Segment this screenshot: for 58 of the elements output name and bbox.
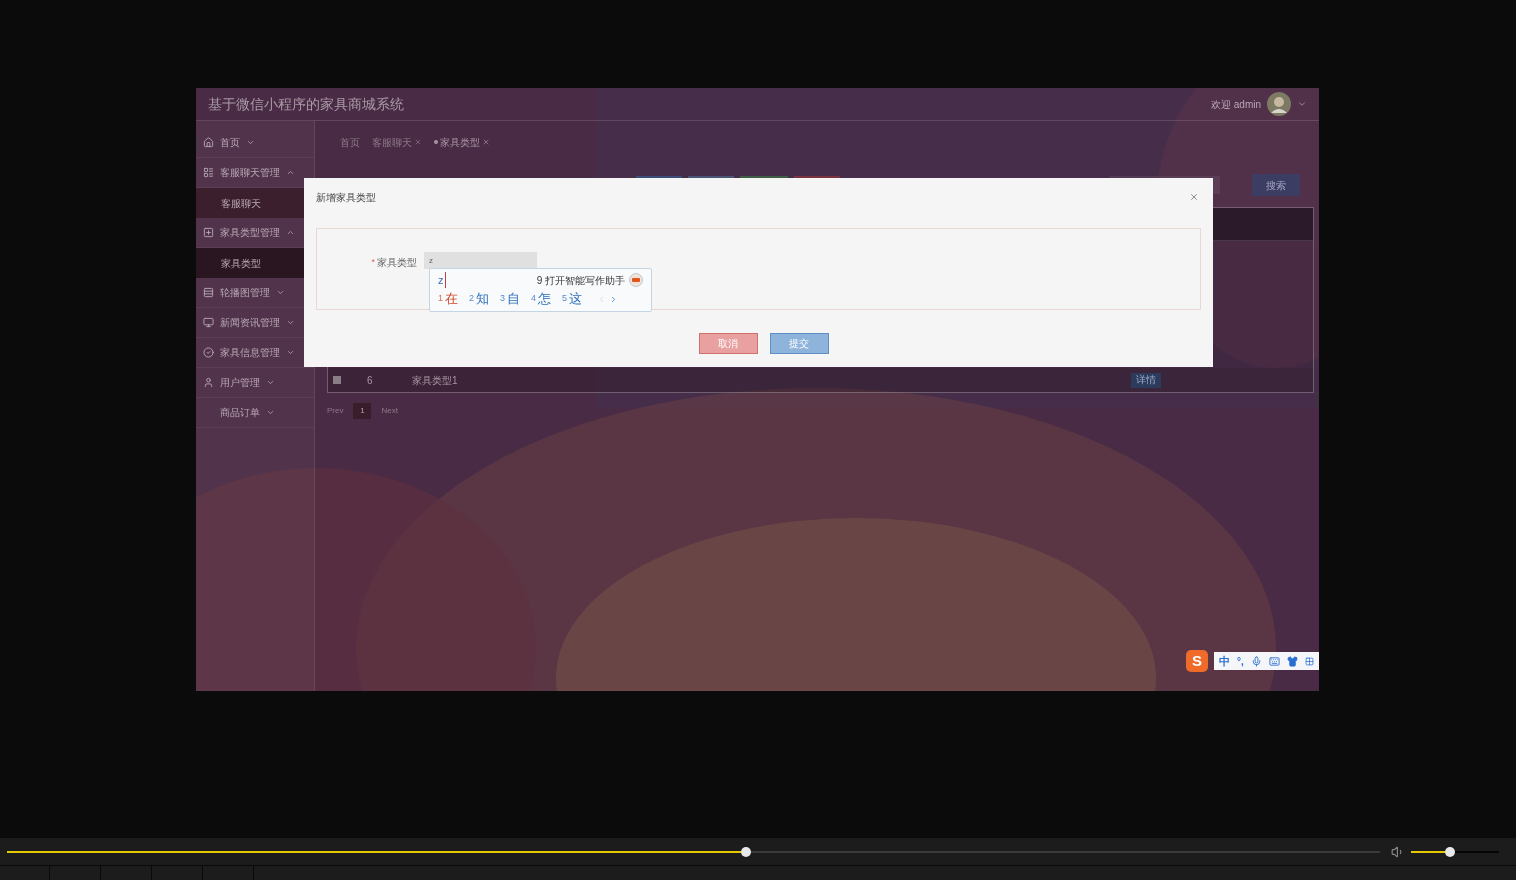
page-number[interactable]: 1 [353,403,372,419]
chevron-icon [286,168,295,177]
breadcrumb-tab[interactable]: 首页 [340,134,360,150]
menu-icon [202,347,214,358]
table-cell-text: 家具类型1 [412,373,459,388]
sidebar-item[interactable]: 用户管理 [196,368,314,398]
menu-icon [202,227,214,238]
breadcrumb-tab[interactable]: 家具类型 [434,134,490,150]
sidebar-item[interactable]: 首页 [196,128,314,158]
sidebar-label: 客服聊天管理 [220,166,280,180]
breadcrumb-tab[interactable]: 客服聊天 [372,134,422,150]
grid-icon[interactable] [1304,656,1314,666]
close-icon[interactable] [482,138,490,146]
assistant-icon[interactable] [629,273,643,287]
sidebar-label: 家具类型管理 [220,226,280,240]
row-checkbox[interactable] [333,376,341,384]
sidebar-label: 首页 [220,136,240,150]
chevron-icon [266,408,275,417]
chevron-icon [246,138,255,147]
search-button[interactable]: 搜索 [1252,174,1300,196]
welcome-text: 欢迎 admin [1211,97,1261,112]
table-cell-text: 6 [367,373,374,388]
sidebar-label: 家具信息管理 [220,346,280,360]
prev-link[interactable]: Prev [327,405,344,417]
ime-logo[interactable]: S [1186,650,1208,672]
microphone-icon[interactable] [1250,655,1262,667]
close-icon[interactable] [1189,192,1199,202]
chevron-icon [286,228,295,237]
chevron-icon [276,288,285,297]
sidebar-item[interactable]: 商品订单 [196,398,314,428]
progress-thumb[interactable] [740,846,751,857]
sidebar-label: 轮播图管理 [220,286,270,300]
ime-composition: z [438,271,446,289]
shirt-icon[interactable] [1286,655,1298,667]
chevron-icon [286,318,295,327]
sidebar-label: 商品订单 [220,406,260,420]
chevron-icon [266,378,275,387]
menu-icon [202,317,214,328]
sidebar-label: 用户管理 [220,376,260,390]
ime-mode[interactable]: 中 [1219,652,1230,670]
app-title: 基于微信小程序的家具商城系统 [208,94,404,114]
punctuation-toggle[interactable]: °, [1237,653,1244,669]
assistant-link[interactable]: 9 打开智能写作助手 [536,272,625,288]
chevron-icon [286,348,295,357]
volume-thumb[interactable] [1444,846,1455,857]
required-mark: * [371,255,375,269]
menu-icon [202,377,214,388]
sidebar-label: 新闻资讯管理 [220,316,280,330]
keyboard-icon[interactable] [1268,655,1280,667]
menu-icon [202,167,214,178]
chevron-icon[interactable] [1297,99,1307,109]
menu-icon [202,287,214,298]
field-label: 家具类型 [377,256,417,270]
menu-icon [202,137,214,148]
avatar[interactable] [1267,92,1291,116]
modal-title: 新增家具类型 [316,190,376,205]
close-icon[interactable] [414,138,422,146]
next-link[interactable]: Next [381,405,398,417]
